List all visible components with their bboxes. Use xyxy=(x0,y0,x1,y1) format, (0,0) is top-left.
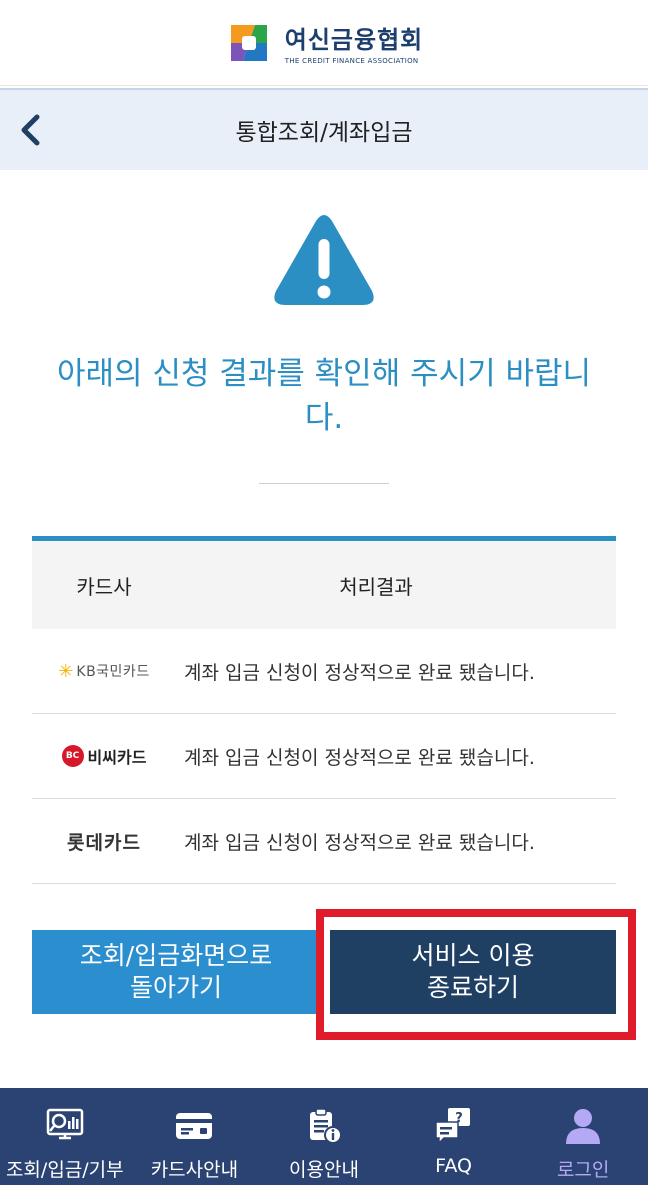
bc-card-name: 비씨카드 xyxy=(87,748,147,767)
table-header: 카드사 처리결과 xyxy=(32,541,616,629)
chevron-left-icon xyxy=(21,114,40,146)
result-text: 계좌 입금 신청이 정상적으로 완료 됐습니다. xyxy=(184,831,535,854)
column-header-result: 처리결과 xyxy=(339,574,413,599)
bc-card-logo: BC 비씨카드 xyxy=(32,744,176,768)
lotte-card-logo: 롯데카드 xyxy=(32,828,176,855)
kb-card-name: KB국민카드 xyxy=(76,664,150,680)
user-icon xyxy=(566,1109,601,1144)
return-button-line1: 조회/입금화면으로 xyxy=(79,941,273,970)
return-to-inquiry-button[interactable]: 조회/입금화면으로 돌아가기 xyxy=(32,930,320,1014)
app-header: 여신금융협회 THE CREDIT FINANCE ASSOCIATION xyxy=(0,0,648,86)
title-bar: 통합조회/계좌입금 xyxy=(0,88,648,170)
nav-item-inquiry[interactable]: 조회/입금/기부 xyxy=(0,1088,130,1185)
result-table: 카드사 처리결과 ✳ KB국민카드 계좌 입금 신청이 정상적으로 완료 됐습니… xyxy=(32,536,616,884)
table-row: ✳ KB국민카드 계좌 입금 신청이 정상적으로 완료 됐습니다. xyxy=(32,629,616,714)
nav-item-faq[interactable]: ? FAQ xyxy=(389,1088,519,1185)
nav-label: 이용안내 xyxy=(289,1159,359,1181)
faq-chat-icon: ? xyxy=(434,1108,470,1145)
kb-card-logo: ✳ KB국민카드 xyxy=(32,661,176,682)
logo-mark-icon xyxy=(230,24,267,61)
clipboard-info-icon xyxy=(309,1108,342,1144)
association-logo[interactable]: 여신금융협회 THE CREDIT FINANCE ASSOCIATION xyxy=(225,19,423,67)
nav-label: FAQ xyxy=(435,1155,472,1177)
result-text: 계좌 입금 신청이 정상적으로 완료 됐습니다. xyxy=(184,746,535,769)
return-button-line2: 돌아가기 xyxy=(129,973,222,1002)
bc-circle-icon: BC xyxy=(61,745,84,767)
warning-icon xyxy=(274,215,374,305)
nav-label: 카드사안내 xyxy=(150,1159,239,1181)
bottom-nav: 조회/입금/기부 카드사안내 이용안내 ? FAQ 로그인 xyxy=(0,1088,648,1185)
table-row: BC 비씨카드 계좌 입금 신청이 정상적으로 완료 됐습니다. xyxy=(32,714,616,799)
column-header-card: 카드사 xyxy=(76,574,132,599)
page-title: 통합조회/계좌입금 xyxy=(235,120,413,146)
search-chart-icon xyxy=(46,1108,84,1140)
result-text: 계좌 입금 신청이 정상적으로 완료 됐습니다. xyxy=(184,661,535,684)
kb-star-icon: ✳ xyxy=(58,660,74,682)
lotte-card-name: 롯데카드 xyxy=(67,831,141,854)
nav-item-usage-guide[interactable]: 이용안내 xyxy=(259,1088,389,1185)
table-row: 롯데카드 계좌 입금 신청이 정상적으로 완료 됐습니다. xyxy=(32,799,616,884)
divider xyxy=(259,483,389,484)
nav-item-card-info[interactable]: 카드사안내 xyxy=(130,1088,260,1185)
logo-english-text: THE CREDIT FINANCE ASSOCIATION xyxy=(284,57,419,65)
result-message: 아래의 신청 결과를 확인해 주시기 바랍니다. xyxy=(56,356,592,436)
nav-label: 로그인 xyxy=(556,1159,610,1181)
credit-card-icon xyxy=(176,1113,213,1139)
nav-item-login[interactable]: 로그인 xyxy=(518,1088,648,1185)
back-button[interactable] xyxy=(10,110,50,150)
nav-label: 조회/입금/기부 xyxy=(5,1159,124,1181)
highlight-box xyxy=(316,909,636,1040)
logo-korean-text: 여신금융협회 xyxy=(284,26,424,54)
